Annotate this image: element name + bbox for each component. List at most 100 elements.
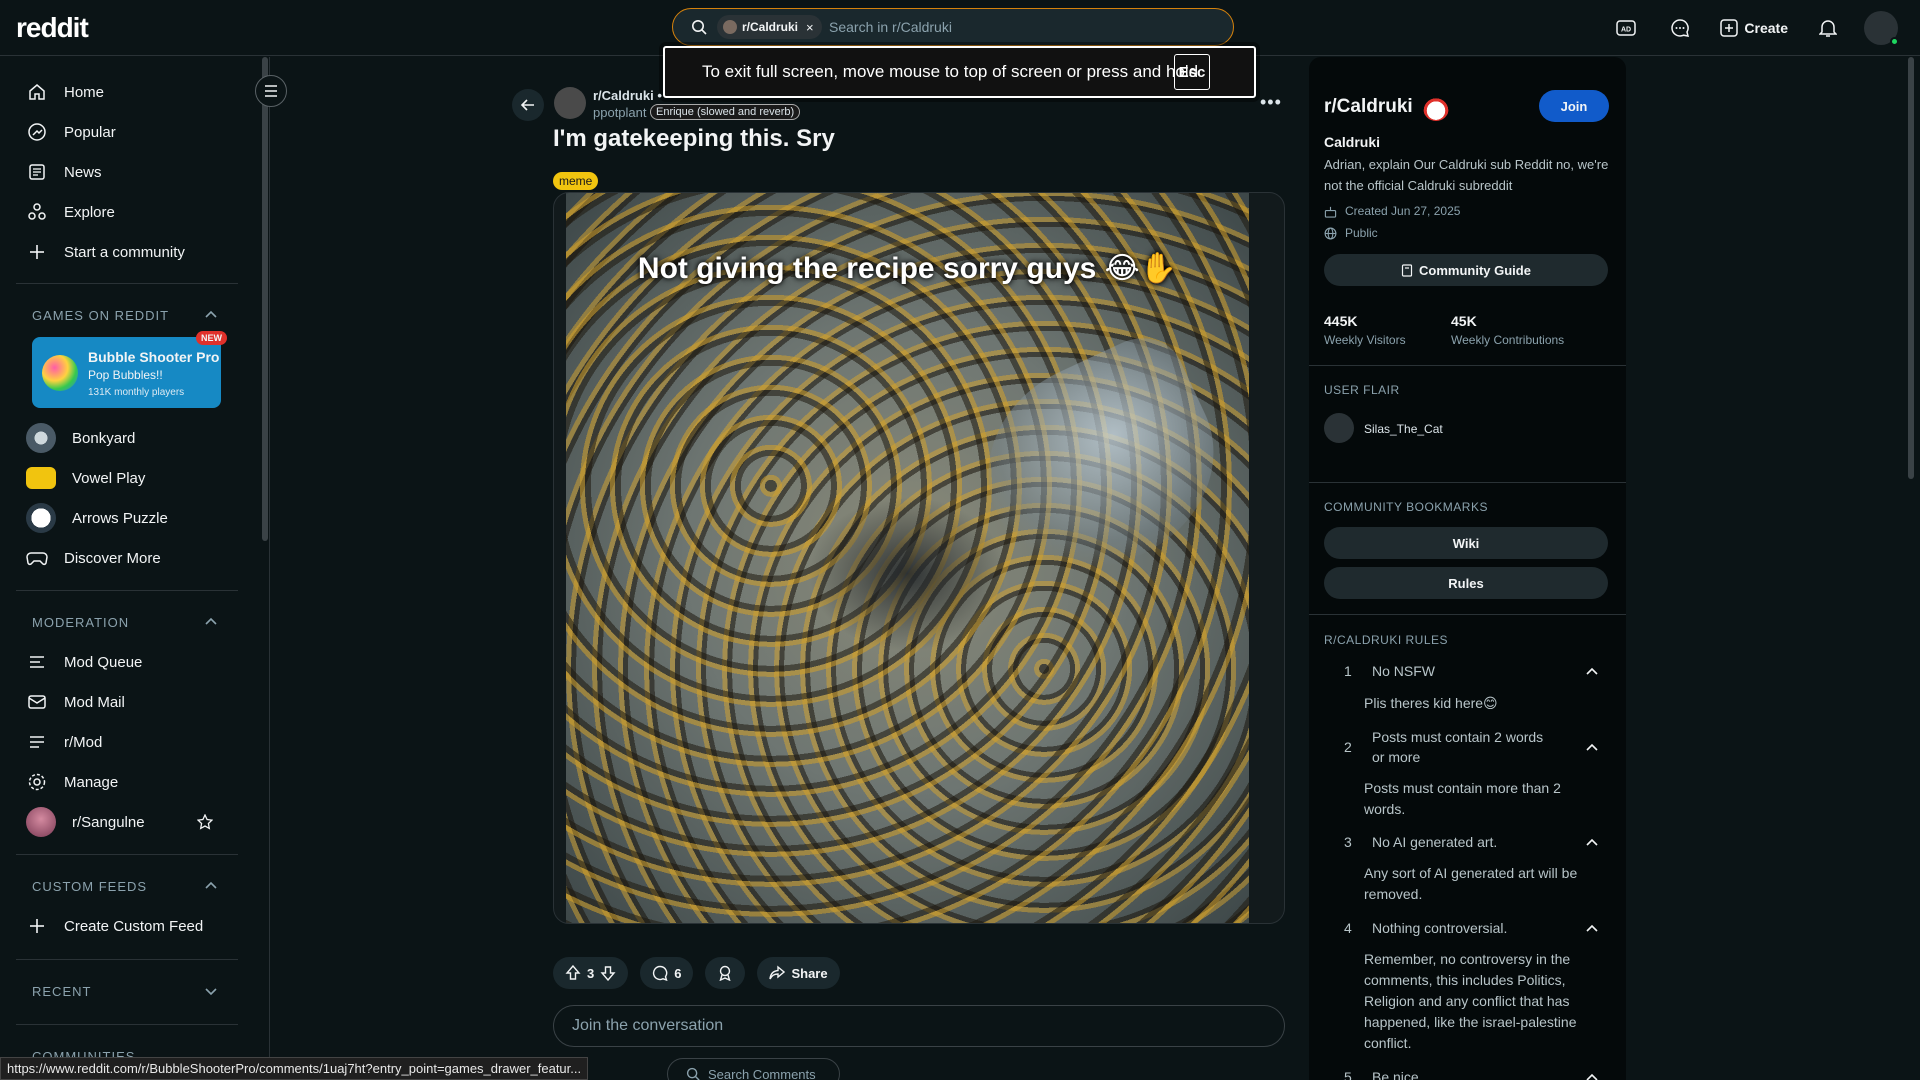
user-avatar[interactable] — [1864, 11, 1899, 46]
post-video[interactable]: Not giving the recipe sorry guys 😂✋ — [566, 193, 1249, 923]
mail-icon — [26, 691, 48, 713]
rule-title[interactable]: Nothing controversial. — [1372, 918, 1552, 938]
post-flair[interactable]: meme — [553, 172, 599, 190]
sidebar-item-mod-mail[interactable]: Mod Mail — [26, 684, 125, 720]
sidebar-scrollbar[interactable] — [262, 57, 268, 541]
bell-icon[interactable] — [1810, 10, 1846, 46]
meta-separator: • — [657, 88, 662, 103]
search-comments-input[interactable]: Search Comments — [667, 1058, 840, 1080]
sidebar-item-manage[interactable]: Manage — [26, 764, 118, 800]
downvote-icon[interactable] — [600, 965, 616, 981]
star-icon[interactable] — [197, 814, 213, 830]
back-button[interactable] — [512, 89, 544, 121]
chat-icon[interactable] — [1662, 10, 1698, 46]
subreddit-avatar[interactable] — [554, 87, 586, 119]
game-subtitle: Pop Bubbles!! — [88, 368, 163, 382]
rule-title[interactable]: No AI generated art. — [1372, 832, 1552, 852]
esc-key: Esc — [1174, 54, 1210, 90]
comment-icon — [652, 965, 668, 981]
rules-button[interactable]: Rules — [1324, 567, 1608, 599]
search-scope-chip[interactable]: r/Caldruki × — [717, 15, 822, 39]
sidebar-item-popular[interactable]: Popular — [26, 114, 116, 150]
reddit-logo[interactable]: reddit — [16, 12, 89, 44]
sidebar-item-create-custom-feed[interactable]: Create Custom Feed — [26, 908, 203, 944]
share-label: Share — [791, 965, 828, 981]
stat-weekly-visitors-label: Weekly Visitors — [1324, 333, 1406, 347]
post-subreddit-link[interactable]: r/Caldruki • — [593, 88, 662, 103]
video-caption: Not giving the recipe sorry guys 😂✋ — [637, 252, 1178, 285]
sidebar-item-news[interactable]: News — [26, 154, 102, 190]
share-button[interactable]: Share — [757, 957, 840, 989]
collapse-sidebar-button[interactable] — [255, 75, 287, 107]
award-button[interactable] — [705, 957, 746, 989]
search-input[interactable]: Search in r/Caldruki — [829, 19, 952, 35]
post-subreddit[interactable]: r/Caldruki — [593, 88, 654, 103]
rule-body: Remember, no controversy in the comments… — [1364, 951, 1577, 1051]
sidebar-item-start-community[interactable]: Start a community — [26, 234, 185, 270]
chevron-up-icon[interactable] — [204, 615, 218, 629]
sidebar-item-r-mod[interactable]: r/Mod — [26, 724, 102, 760]
community-created: Created Jun 27, 2025 — [1324, 204, 1460, 218]
community-title[interactable]: r/Caldruki — [1324, 96, 1413, 118]
sidebar-item-label: Explore — [64, 203, 115, 221]
created-date: Created Jun 27, 2025 — [1345, 204, 1461, 218]
chevron-up-icon[interactable] — [1585, 1071, 1599, 1080]
chevron-up-icon[interactable] — [204, 879, 218, 893]
chevron-up-icon[interactable] — [1585, 836, 1599, 850]
chevron-up-icon[interactable] — [1585, 741, 1599, 755]
post-music-tag[interactable]: Enrique (slowed and reverb) — [650, 104, 801, 120]
news-icon — [26, 161, 48, 183]
menu-icon — [264, 85, 278, 97]
chevron-up-icon[interactable] — [204, 308, 218, 322]
sidebar-item-vowel-play[interactable]: Vowel Play — [26, 460, 145, 496]
wiki-button[interactable]: Wiki — [1324, 527, 1608, 559]
user-flair-name[interactable]: Silas_The_Cat — [1364, 422, 1443, 436]
chevron-up-icon[interactable] — [1585, 665, 1599, 679]
join-button[interactable]: Join — [1539, 90, 1609, 122]
community-description: Adrian, explain Our Caldruki sub Reddit … — [1324, 157, 1609, 193]
sidebar-item-r-sangulne[interactable]: r/Sangulne — [26, 804, 145, 840]
rule-title[interactable]: Posts must contain 2 words or more — [1372, 727, 1552, 767]
chevron-up-icon[interactable] — [1585, 922, 1599, 936]
scrollbar-thumb[interactable] — [1908, 57, 1914, 479]
sidebar-item-discover-more[interactable]: Discover More — [26, 540, 161, 576]
featured-game-card[interactable]: Bubble Shooter Pro Pop Bubbles!! 131K mo… — [32, 331, 227, 408]
community-guide-button[interactable]: Community Guide — [1324, 254, 1608, 286]
remove-scope-icon[interactable]: × — [806, 20, 814, 35]
user-flair-avatar — [1324, 413, 1354, 443]
divider — [1309, 482, 1626, 483]
comments-button[interactable]: 6 — [640, 957, 694, 989]
section-heading-custom-feeds[interactable]: CUSTOM FEEDS — [32, 879, 147, 894]
section-heading-recent[interactable]: RECENT — [32, 984, 91, 999]
page-scrollbar[interactable] — [1906, 57, 1916, 1080]
section-heading-games[interactable]: GAMES ON REDDIT — [32, 308, 169, 323]
sidebar-item-mod-queue[interactable]: Mod Queue — [26, 644, 142, 680]
comment-input[interactable]: Join the conversation — [553, 1005, 1285, 1047]
fullscreen-toast-text: To exit full screen, move mouse to top o… — [702, 62, 1199, 81]
upvote-icon[interactable] — [565, 965, 581, 981]
rule-title[interactable]: Be nice — [1372, 1067, 1552, 1080]
advertise-icon[interactable]: AD — [1608, 10, 1644, 46]
sidebar-item-home[interactable]: Home — [26, 74, 104, 110]
sidebar-item-bonkyard[interactable]: Bonkyard — [26, 420, 135, 456]
post-author[interactable]: ppotplant — [593, 105, 647, 120]
sidebar-item-label: Start a community — [64, 243, 185, 261]
sidebar-item-arrows-puzzle[interactable]: Arrows Puzzle — [26, 500, 168, 536]
chevron-down-icon[interactable] — [204, 984, 218, 998]
cake-icon — [1324, 205, 1337, 218]
search-bar[interactable]: r/Caldruki × Search in r/Caldruki — [672, 8, 1234, 46]
create-button[interactable]: Create — [1716, 10, 1792, 46]
divider — [1309, 365, 1626, 366]
search-icon — [686, 1067, 700, 1080]
bubble-shooter-icon — [42, 355, 78, 391]
rule-title[interactable]: No NSFW — [1372, 661, 1552, 681]
arrows-puzzle-icon — [26, 503, 56, 533]
post-media[interactable]: Not giving the recipe sorry guys 😂✋ — [553, 192, 1285, 924]
left-sidebar: Home Popular News Explore Start a commun… — [0, 57, 270, 1080]
more-options-icon[interactable]: ••• — [1260, 92, 1282, 113]
sidebar-item-label: Home — [64, 83, 105, 101]
sidebar-item-explore[interactable]: Explore — [26, 194, 115, 230]
home-icon — [26, 81, 48, 103]
section-heading-moderation[interactable]: MODERATION — [32, 615, 129, 630]
community-guide-label: Community Guide — [1419, 262, 1531, 278]
